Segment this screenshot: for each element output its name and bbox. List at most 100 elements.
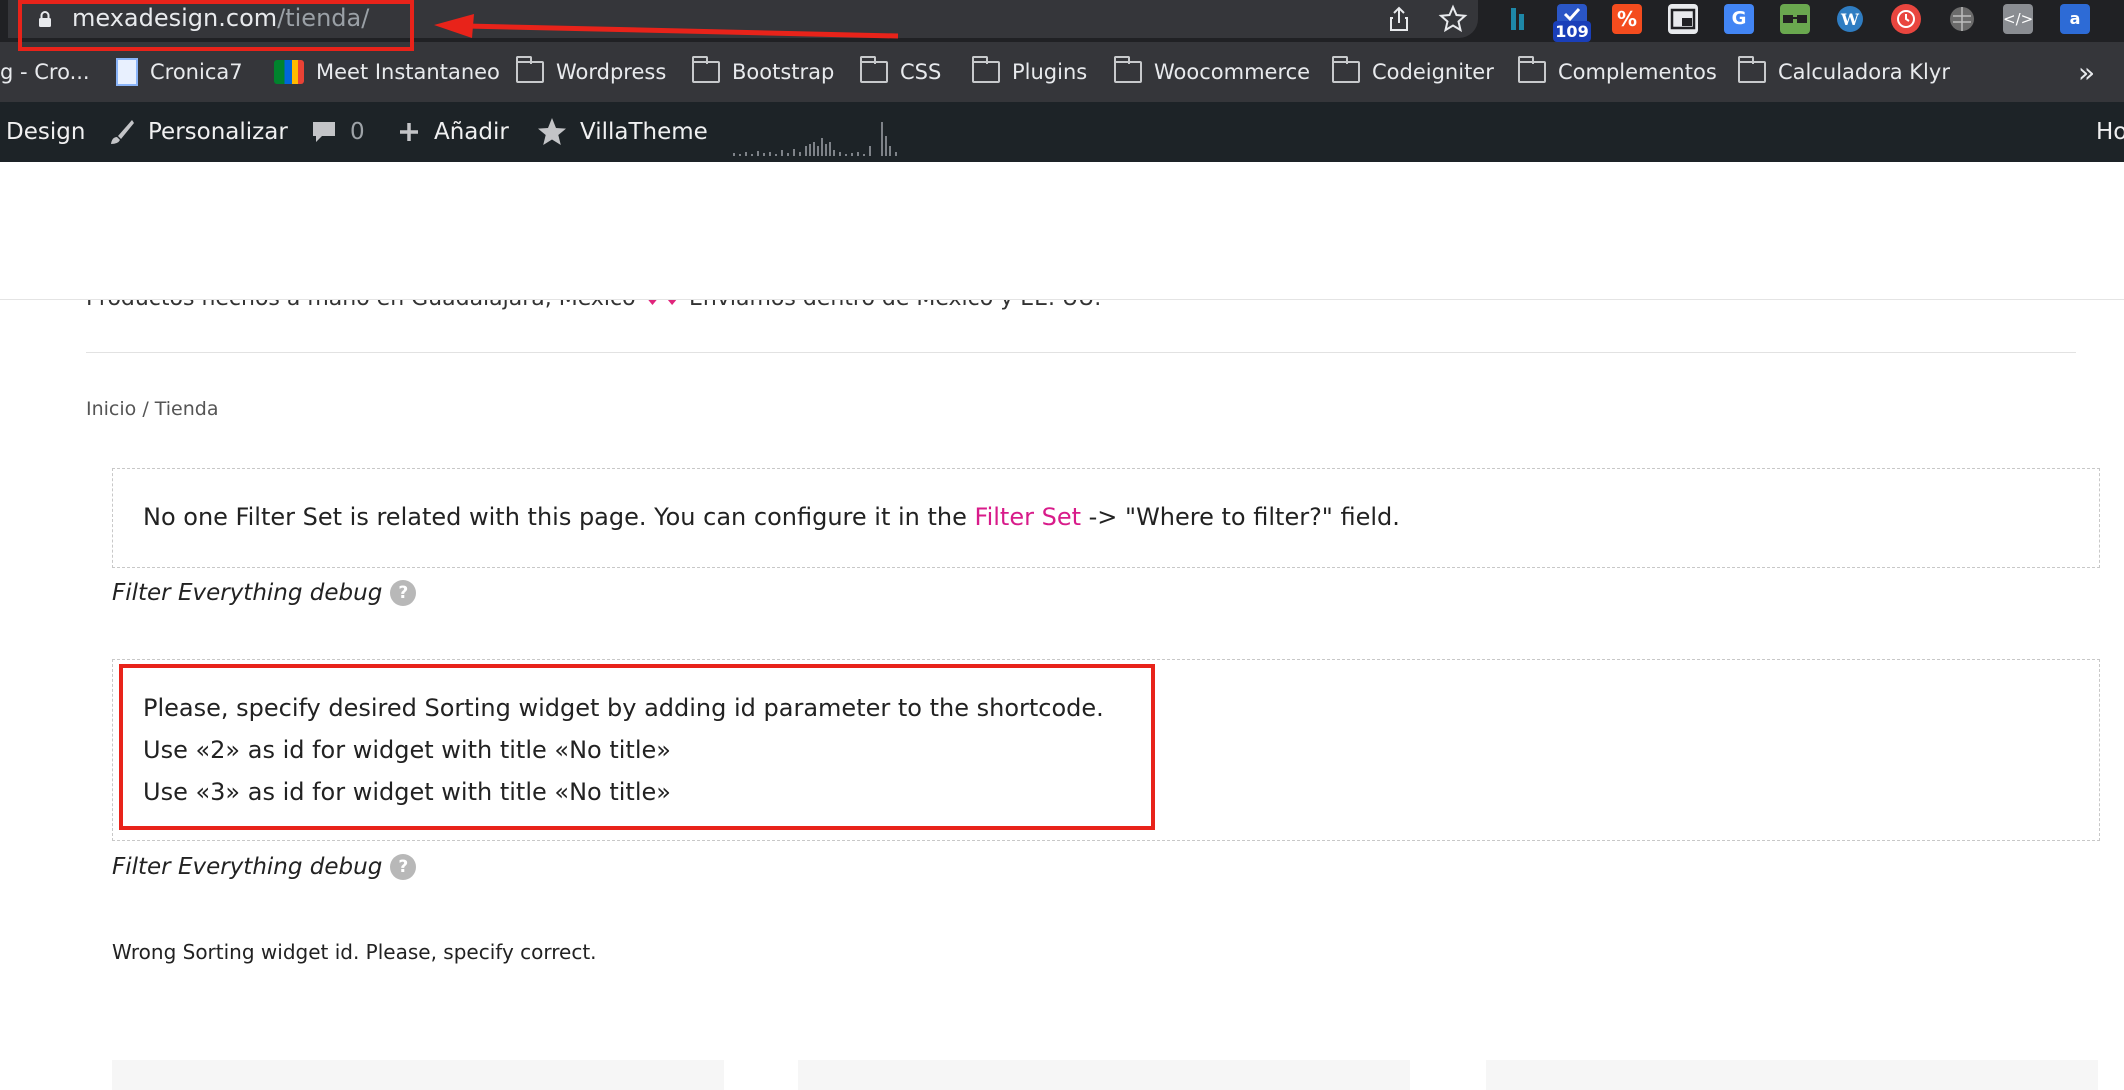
bookmark-folder[interactable]: Bootstrap [692, 56, 835, 87]
bookmark-label: Calculadora Klyr [1778, 60, 1950, 84]
product-card[interactable] [112, 1060, 724, 1090]
adminbar-site-label: Design [6, 119, 86, 145]
bookmark-item[interactable]: g - Cro... [0, 57, 90, 87]
filterset-text-after: -> "Where to filter?" field. [1088, 503, 1400, 531]
browser-toolbar: mexadesign.com/tienda/ 109 % G W </> a [0, 0, 2124, 42]
product-card[interactable] [798, 1060, 1410, 1090]
plus-icon [400, 123, 418, 141]
folder-icon [972, 56, 1000, 83]
extension-blue-icon[interactable]: a [2060, 4, 2090, 34]
site-header: mexa NOSOTROS COLECCIONES DISEÑADORES CO… [0, 162, 2124, 300]
address-url[interactable]: mexadesign.com/tienda/ [72, 4, 369, 32]
bookmark-folder[interactable]: Wordpress [516, 56, 667, 87]
bookmark-folder[interactable]: Codeigniter [1332, 56, 1494, 87]
url-path: /tienda/ [277, 4, 370, 32]
adminbar-comments[interactable]: 0 [310, 102, 365, 162]
bookmark-folder[interactable]: Complementos [1518, 56, 1717, 87]
catalog-book-icon[interactable] [2062, 210, 2096, 244]
document-icon [116, 58, 138, 86]
folder-icon [516, 56, 544, 83]
folder-icon [1518, 56, 1546, 83]
extension-glasses-icon[interactable] [1780, 4, 1810, 34]
star-bookmark-icon[interactable] [1438, 4, 1468, 34]
bookmark-item[interactable]: Cronica7 [116, 57, 243, 87]
sorting-notice-line: Use «2» as id for widget with title «No … [143, 736, 671, 764]
nav-contacto[interactable]: CONTACTO [1297, 217, 1424, 241]
extension-wordpress-icon[interactable]: W [1835, 4, 1865, 34]
tagline-right: Envíamos dentro de México y EE. UU. [689, 286, 1102, 311]
adminbar-site-name[interactable]: Design [6, 102, 85, 162]
sorting-notice-line: Use «3» as id for widget with title «No … [143, 778, 671, 806]
bookmark-label: Plugins [1012, 60, 1088, 84]
lock-icon [39, 11, 51, 27]
nav-disenadores[interactable]: DISEÑADORES [1098, 217, 1266, 241]
adminbar-comments-count: 0 [350, 119, 365, 145]
bookmark-label: Codeigniter [1372, 60, 1494, 84]
bookmark-label: Woocommerce [1154, 60, 1311, 84]
meet-icon [274, 60, 304, 84]
adminbar-villatheme[interactable]: VillaTheme [536, 102, 708, 162]
adminbar-customize-label: Personalizar [148, 119, 288, 145]
filterset-text-before: No one Filter Set is related with this p… [143, 503, 967, 531]
tagline-left: Productos hechos a mano en Guadalajara, … [86, 286, 636, 311]
bookmarks-overflow-button[interactable]: » [2078, 56, 2095, 89]
extension-google-translate-icon[interactable]: G [1724, 4, 1754, 34]
extension-globe-icon[interactable] [1947, 4, 1977, 34]
product-card[interactable] [1486, 1060, 2098, 1090]
search-icon[interactable] [1966, 210, 2000, 244]
folder-icon [860, 56, 888, 83]
filter-debug-label: Filter Everything debug ? [112, 854, 417, 880]
bookmark-label: Complementos [1558, 60, 1717, 84]
language-switcher[interactable]: ESP [1780, 208, 1892, 232]
heart-icon: ♥♥ [642, 286, 683, 311]
filterset-notice-box: No one Filter Set is related with this p… [112, 468, 2100, 568]
mexa-logo[interactable]: mexa [88, 200, 298, 270]
spain-flag-icon [1780, 210, 1810, 230]
wp-admin-bar: Design Personalizar 0 Añadir VillaTheme … [0, 102, 2124, 162]
wrong-sorting-id-message: Wrong Sorting widget id. Please, specify… [112, 940, 597, 964]
folder-icon [692, 56, 720, 83]
nav-nosotros[interactable]: NOSOTROS [738, 217, 868, 241]
adminbar-account-label: Ho [2096, 119, 2124, 145]
language-label: ESP [1820, 208, 1860, 232]
share-icon[interactable] [1384, 4, 1414, 34]
adminbar-add-label: Añadir [434, 119, 509, 145]
folder-icon [1738, 56, 1766, 83]
announcement-text: Productos hechos a mano en Guadalajara, … [86, 286, 1101, 311]
bookmark-folder[interactable]: Calculadora Klyr [1738, 56, 1950, 87]
content-divider [86, 352, 2076, 353]
extension-timer-icon[interactable] [1891, 4, 1921, 34]
extension-pip-icon[interactable] [1668, 4, 1698, 34]
sorting-notice-box: Please, specify desired Sorting widget b… [112, 659, 2100, 841]
comment-icon [313, 122, 335, 142]
bookmark-label: Wordpress [556, 60, 667, 84]
folder-icon [1114, 56, 1142, 83]
nav-colecciones[interactable]: COLECCIONES [900, 217, 1065, 241]
cart-icon[interactable] [2014, 210, 2048, 244]
bookmark-item[interactable]: Meet Instantaneo [274, 57, 500, 87]
star-icon [538, 118, 566, 145]
filter-set-link[interactable]: Filter Set [975, 503, 1081, 531]
filterset-notice-message: No one Filter Set is related with this p… [143, 503, 1400, 531]
bookmark-folder[interactable]: Plugins [972, 56, 1088, 87]
help-icon[interactable]: ? [390, 580, 417, 606]
bookmark-folder[interactable]: Woocommerce [1114, 56, 1311, 87]
extension-bars-icon[interactable] [1505, 4, 1535, 34]
bookmark-label: Cronica7 [150, 60, 243, 84]
debug-label-text: Filter Everything debug [112, 580, 383, 606]
breadcrumb[interactable]: Inicio / Tienda [86, 398, 219, 420]
bookmark-label: Meet Instantaneo [316, 60, 500, 84]
extension-translate-icon[interactable]: % [1612, 4, 1642, 34]
adminbar-account[interactable]: Ho [2096, 102, 2124, 162]
bookmark-label: CSS [900, 60, 942, 84]
bookmark-label: g - Cro... [0, 60, 90, 84]
adminbar-customize[interactable]: Personalizar [106, 102, 288, 162]
bookmark-label: Bootstrap [732, 60, 835, 84]
sorting-notice-line: Please, specify desired Sorting widget b… [143, 694, 1104, 722]
adminbar-add-new[interactable]: Añadir [396, 102, 509, 162]
help-icon[interactable]: ? [390, 854, 417, 880]
query-monitor-sparkline[interactable] [732, 116, 900, 158]
bookmark-folder[interactable]: CSS [860, 56, 942, 87]
debug-label-text: Filter Everything debug [112, 854, 383, 880]
extension-code-icon[interactable]: </> [2003, 4, 2033, 34]
